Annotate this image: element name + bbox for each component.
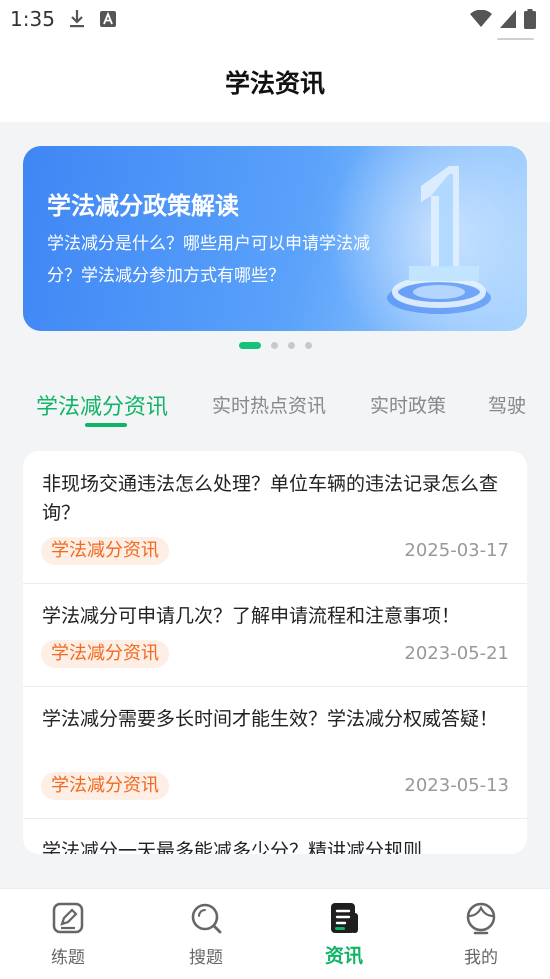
bottom-nav: 练题 搜题 资讯 我的 <box>0 888 550 979</box>
promo-banner[interactable]: 学法减分政策解读 学法减分是什么？哪些用户可以申请学法减分？学法减分参加方式有哪… <box>23 146 527 331</box>
signal-icon <box>500 10 516 32</box>
tab-policy[interactable]: 实时政策 <box>370 391 446 418</box>
article-title: 非现场交通违法怎么处理？单位车辆的违法记录怎么查询？ <box>42 473 499 524</box>
nav-practice[interactable]: 练题 <box>28 901 108 968</box>
download-icon <box>68 9 86 33</box>
header: 学法资讯 <box>0 40 550 122</box>
nav-label: 资讯 <box>324 945 363 967</box>
active-tab-indicator <box>85 423 127 427</box>
article-date: 2025-03-17 <box>404 540 509 561</box>
category-tag: 学法减分资讯 <box>41 772 169 800</box>
nav-search[interactable]: 搜题 <box>166 901 246 968</box>
article-title: 学法减分可申请几次？了解申请流程和注意事项！ <box>42 605 461 627</box>
number-one-illustration <box>387 166 491 314</box>
article-list: 非现场交通违法怎么处理？单位车辆的违法记录怎么查询？ 学法减分资讯 2025-0… <box>23 451 527 854</box>
status-bar: 1:35 7koq <box>0 0 550 51</box>
article-title: 学法减分需要多长时间才能生效？学法减分权威答疑！ <box>42 708 499 730</box>
article-date: 2023-05-13 <box>404 775 509 796</box>
page-title: 学法资讯 <box>224 69 325 98</box>
battery-icon <box>524 9 536 33</box>
pagination-dot[interactable] <box>304 342 312 349</box>
tab-hot-news[interactable]: 实时热点资讯 <box>212 391 326 418</box>
category-tag: 学法减分资讯 <box>41 640 169 668</box>
tab-learn-deduct-news[interactable]: 学法减分资讯 <box>36 389 168 421</box>
profile-icon <box>466 902 496 935</box>
article-title: 学法减分一天最多能减多少分？精讲减分规则 <box>42 840 423 854</box>
wifi-icon <box>470 9 492 32</box>
banner-pagination <box>0 342 550 349</box>
nav-news[interactable]: 资讯 <box>304 901 384 968</box>
banner-description: 学法减分是什么？哪些用户可以申请学法减分？学法减分参加方式有哪些？ <box>47 234 370 286</box>
banner-title: 学法减分政策解读 <box>47 192 239 220</box>
pagination-dot[interactable] <box>270 342 278 349</box>
nav-label: 我的 <box>464 948 498 968</box>
list-item[interactable]: 学法减分一天最多能减多少分？精讲减分规则 <box>23 819 527 854</box>
article-date: 2023-05-21 <box>404 643 509 664</box>
nav-profile[interactable]: 我的 <box>441 901 521 968</box>
text-app-icon <box>100 11 116 31</box>
nav-label: 搜题 <box>189 948 223 968</box>
category-tabs: 学法减分资讯 实时热点资讯 实时政策 驾驶 <box>0 385 550 435</box>
list-item[interactable]: 非现场交通违法怎么处理？单位车辆的违法记录怎么查询？ 学法减分资讯 2025-0… <box>23 451 527 584</box>
news-icon <box>331 903 358 933</box>
status-time: 1:35 <box>10 7 55 31</box>
edit-icon <box>52 902 84 934</box>
nav-label: 练题 <box>51 948 85 968</box>
list-item[interactable]: 学法减分需要多长时间才能生效？学法减分权威答疑！ 学法减分资讯 2023-05-… <box>23 687 527 819</box>
tab-driving[interactable]: 驾驶 <box>488 391 526 418</box>
pagination-dot-active[interactable] <box>238 342 261 349</box>
list-item[interactable]: 学法减分可申请几次？了解申请流程和注意事项！ 学法减分资讯 2023-05-21 <box>23 584 527 687</box>
category-tag: 学法减分资讯 <box>41 537 169 565</box>
pagination-dot[interactable] <box>287 342 295 349</box>
search-icon <box>191 903 222 934</box>
